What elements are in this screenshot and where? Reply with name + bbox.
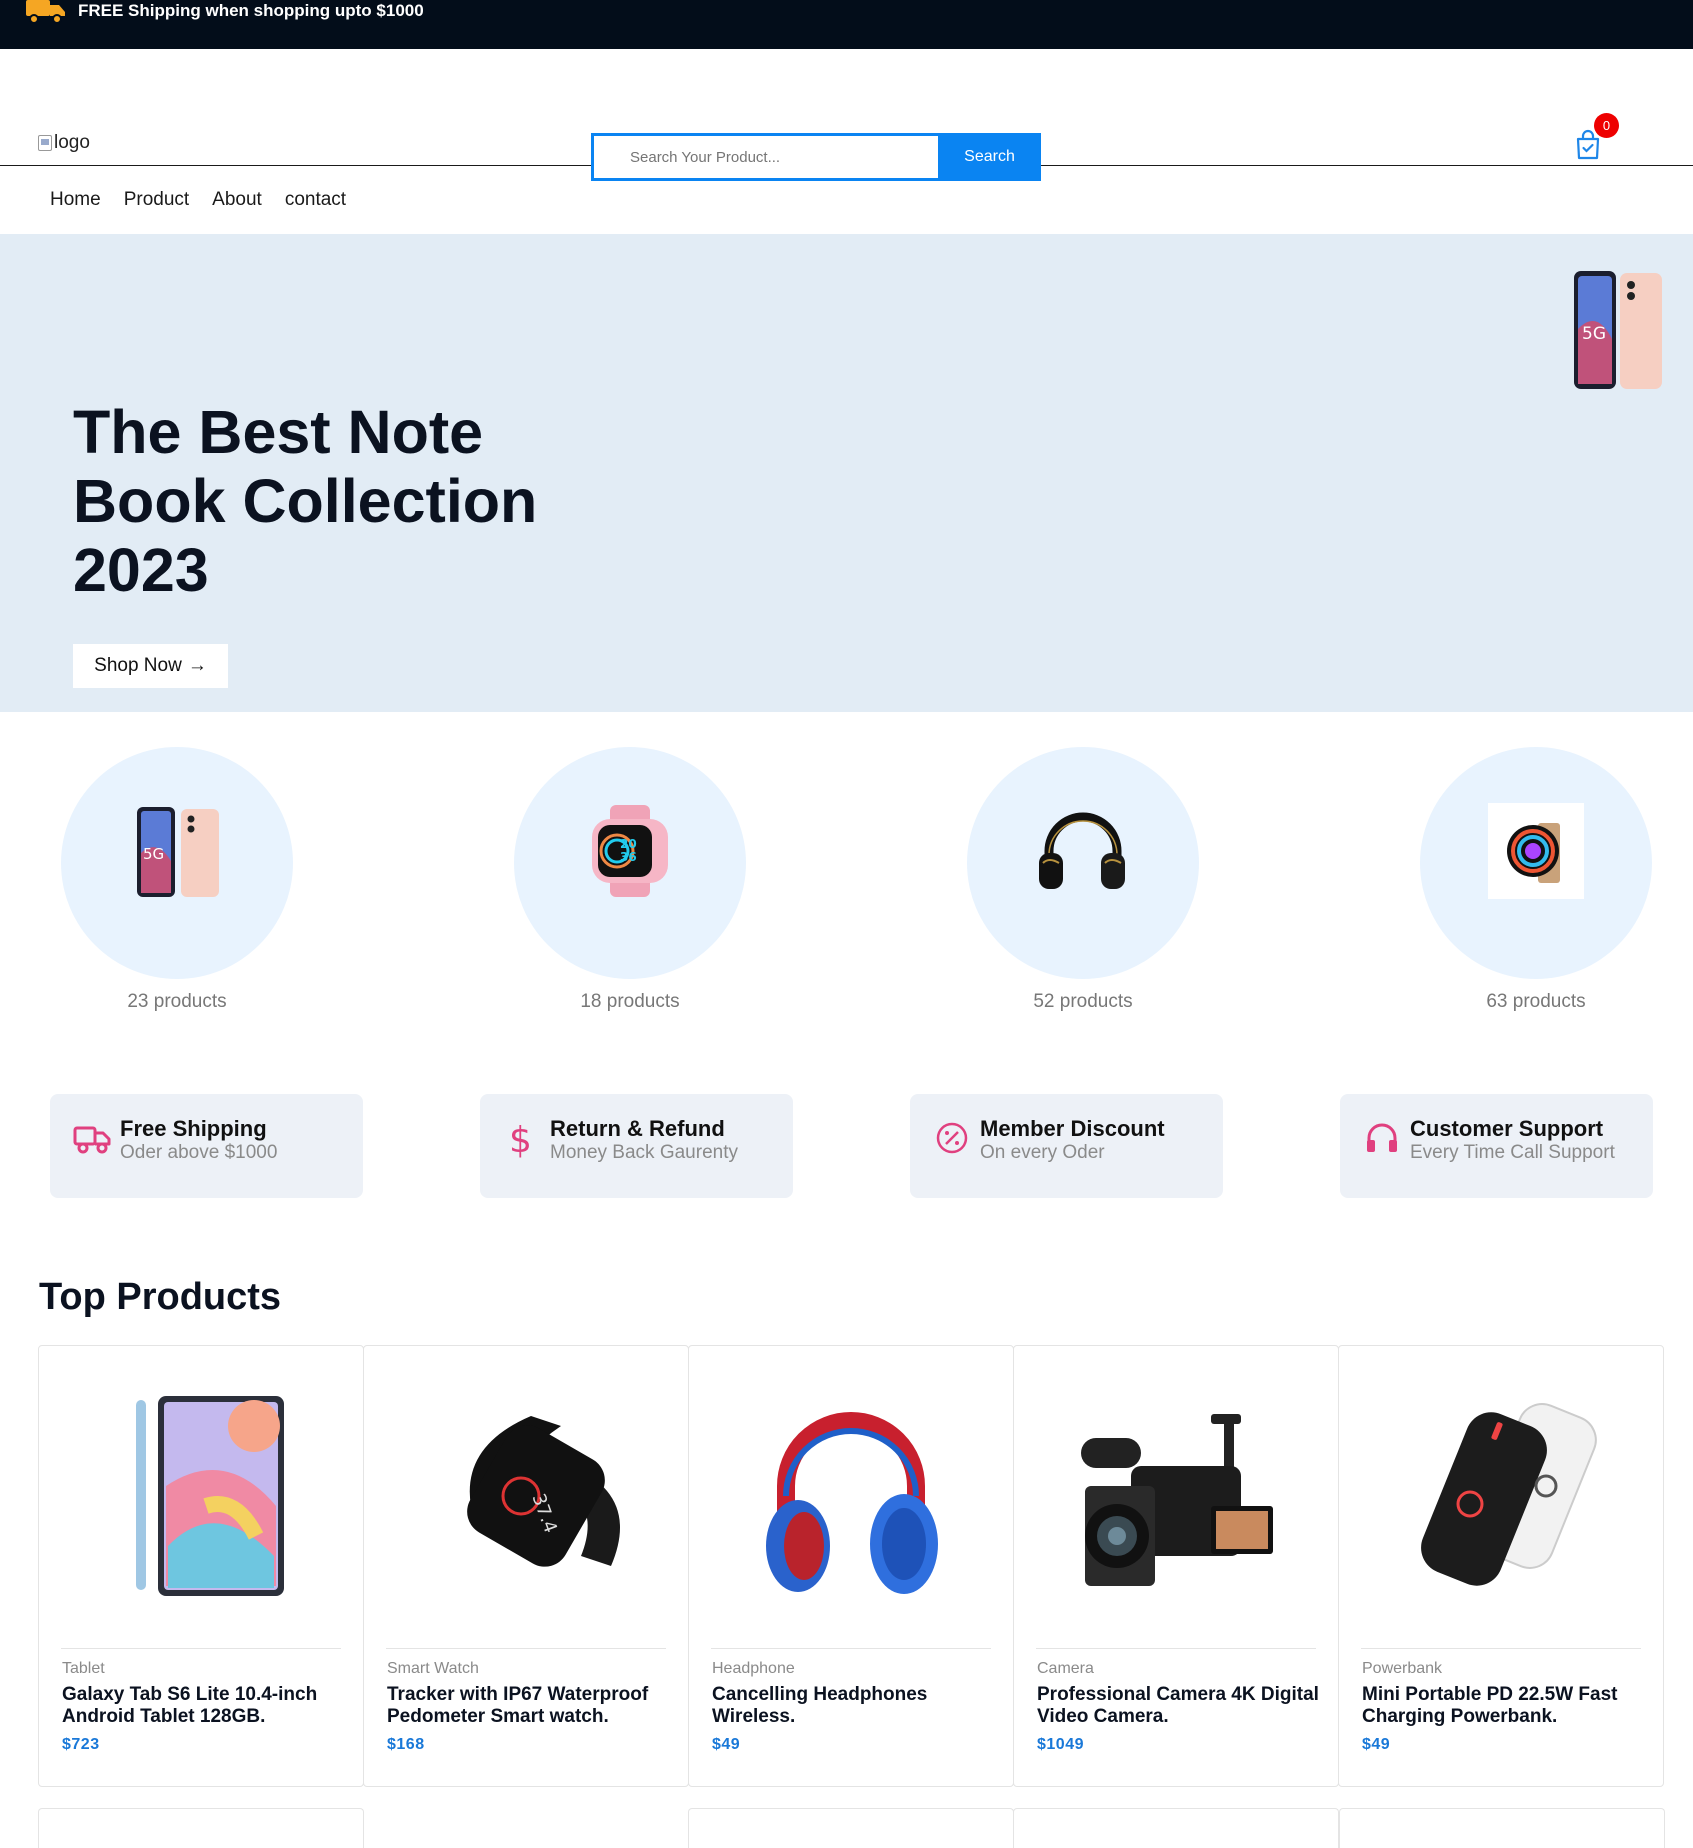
hero-title: The Best Note Book Collection 2023 xyxy=(73,398,538,604)
feature-subtitle: On every Oder xyxy=(980,1142,1105,1163)
smartphone-image: 5G xyxy=(1574,271,1662,389)
product-card[interactable]: 37.4 Smart Watch Tracker with IP67 Water… xyxy=(363,1345,689,1787)
feature-title: Customer Support xyxy=(1410,1116,1604,1141)
product-card[interactable] xyxy=(1339,1808,1665,1848)
product-grid: Tablet Galaxy Tab S6 Lite 10.4-inch Andr… xyxy=(38,1345,1665,1787)
nav-item-home[interactable]: Home xyxy=(50,189,101,211)
cart-count-badge: 0 xyxy=(1594,113,1619,138)
smartwatch-image: 37.4 xyxy=(467,1416,620,1567)
product-category: Tablet xyxy=(62,1660,105,1677)
cpu-cooler-icon xyxy=(1488,803,1584,899)
svg-text:36: 36 xyxy=(620,850,637,864)
feature-title: Return & Refund xyxy=(550,1116,725,1141)
svg-text:$: $ xyxy=(509,1120,532,1158)
cart-button[interactable]: 0 xyxy=(1574,113,1619,161)
search-button[interactable]: Search xyxy=(938,133,1041,181)
tablet-image xyxy=(136,1396,284,1596)
powerbank-image xyxy=(1421,1403,1597,1586)
category-count: 52 products xyxy=(1033,991,1133,1012)
category-count: 18 products xyxy=(580,991,680,1012)
smartphone-icon: 5G xyxy=(137,807,219,897)
nav-item-product[interactable]: Product xyxy=(124,189,189,211)
category-item[interactable]: 20 36 18 products xyxy=(514,747,746,1013)
feature-subtitle: Money Back Gaurenty xyxy=(550,1142,738,1163)
product-card[interactable] xyxy=(1013,1808,1339,1848)
feature-title: Free Shipping xyxy=(120,1116,267,1141)
dollar-icon: $ xyxy=(509,1120,532,1158)
product-category: Powerbank xyxy=(1362,1660,1443,1677)
card-divider xyxy=(1036,1648,1316,1649)
feature-card: Free Shipping Oder above $1000 xyxy=(50,1094,363,1198)
site-header: logo Search 0 xyxy=(0,49,1693,181)
top-announcement-bar: FREE Shipping when shopping upto $1000 xyxy=(0,0,1693,49)
product-card[interactable]: Powerbank Mini Portable PD 22.5W Fast Ch… xyxy=(1338,1345,1664,1787)
shop-now-label: Shop Now xyxy=(94,655,182,676)
shipping-message: FREE Shipping when shopping upto $1000 xyxy=(78,1,424,20)
hero-banner: The Best Note Book Collection 2023 Shop … xyxy=(0,234,1693,712)
product-card[interactable]: Camera Professional Camera 4K Digital Vi… xyxy=(1013,1345,1339,1787)
card-divider xyxy=(386,1648,666,1649)
product-name[interactable]: Galaxy Tab S6 Lite 10.4-inch Android Tab… xyxy=(62,1684,347,1728)
svg-text:5G: 5G xyxy=(1582,324,1606,344)
category-circle: 20 36 xyxy=(514,747,746,979)
feature-subtitle: Oder above $1000 xyxy=(120,1142,278,1163)
product-card[interactable] xyxy=(688,1808,1014,1848)
logo-alt-text: logo xyxy=(54,132,90,153)
logo[interactable]: logo xyxy=(38,132,90,154)
category-count: 63 products xyxy=(1486,991,1586,1012)
product-price: $1049 xyxy=(1037,1736,1084,1753)
product-price: $168 xyxy=(387,1736,425,1753)
search-bar: Search xyxy=(591,133,1041,181)
category-circle xyxy=(1420,747,1652,979)
product-card[interactable] xyxy=(38,1808,364,1848)
product-price: $723 xyxy=(62,1736,100,1753)
broken-image-icon xyxy=(38,135,52,151)
arrow-right-icon: → xyxy=(187,655,207,676)
category-count: 23 products xyxy=(127,991,227,1012)
svg-text:20: 20 xyxy=(620,837,637,851)
product-price: $49 xyxy=(712,1736,741,1753)
card-divider xyxy=(61,1648,341,1649)
card-divider xyxy=(1361,1648,1641,1649)
truck-icon xyxy=(73,1126,111,1154)
product-name[interactable]: Cancelling Headphones Wireless. xyxy=(712,1684,997,1728)
feature-card: Customer Support Every Time Call Support xyxy=(1340,1094,1653,1198)
top-products-title: Top Products xyxy=(39,1276,282,1318)
card-divider xyxy=(711,1648,991,1649)
product-grid-row-2 xyxy=(38,1808,1665,1848)
feature-title: Member Discount xyxy=(980,1116,1165,1141)
feature-card: Member Discount On every Oder xyxy=(910,1094,1223,1198)
category-circle xyxy=(967,747,1199,979)
feature-card: $ Return & Refund Money Back Gaurenty xyxy=(480,1094,793,1198)
headset-icon xyxy=(1367,1123,1397,1152)
svg-text:5G: 5G xyxy=(143,845,164,863)
category-item[interactable]: 52 products xyxy=(967,747,1199,1013)
headphones-image xyxy=(766,1412,938,1594)
product-name[interactable]: Tracker with IP67 Waterproof Pedometer S… xyxy=(387,1684,672,1728)
headphones-icon xyxy=(1039,812,1125,889)
product-price: $49 xyxy=(1362,1736,1391,1753)
product-name[interactable]: Mini Portable PD 22.5W Fast Charging Pow… xyxy=(1362,1684,1647,1728)
discount-icon xyxy=(936,1122,968,1154)
smartwatch-icon: 20 36 xyxy=(592,805,668,897)
feature-list: Free Shipping Oder above $1000 $ Return … xyxy=(0,1094,1693,1198)
product-card[interactable]: Headphone Cancelling Headphones Wireless… xyxy=(688,1345,1014,1787)
camera-image xyxy=(1081,1414,1273,1586)
truck-icon xyxy=(26,0,65,24)
category-circle: 5G xyxy=(61,747,293,979)
product-category: Headphone xyxy=(712,1660,795,1677)
feature-subtitle: Every Time Call Support xyxy=(1410,1142,1615,1163)
product-card[interactable]: Tablet Galaxy Tab S6 Lite 10.4-inch Andr… xyxy=(38,1345,364,1787)
shop-now-button[interactable]: Shop Now → xyxy=(73,644,228,688)
product-category: Smart Watch xyxy=(387,1660,479,1677)
category-item[interactable]: 63 products xyxy=(1420,747,1652,1013)
nav-item-contact[interactable]: contact xyxy=(285,189,346,211)
category-item[interactable]: 5G 23 products xyxy=(61,747,293,1013)
nav-item-about[interactable]: About xyxy=(212,189,262,211)
search-input[interactable] xyxy=(591,133,938,181)
product-category: Camera xyxy=(1037,1660,1094,1677)
product-name[interactable]: Professional Camera 4K Digital Video Cam… xyxy=(1037,1684,1322,1728)
category-list: 5G 23 products 20 36 18 products 52 prod… xyxy=(0,712,1693,1092)
